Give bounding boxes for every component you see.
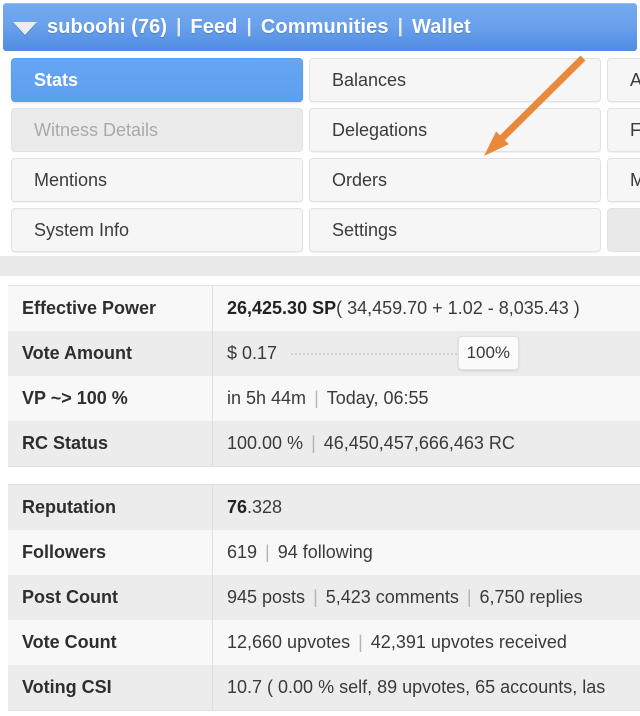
- tab-column-1: Stats Witness Details Mentions System In…: [11, 58, 303, 258]
- stats-table-secondary: Reputation 76 .328 Followers 619 | 94 fo…: [8, 484, 640, 711]
- stats-table-primary: Effective Power 26,425.30 SP ( 34,459.70…: [8, 285, 640, 467]
- navbar-link-communities[interactable]: Communities: [261, 16, 389, 39]
- navbar-account-link[interactable]: suboohi (76): [47, 16, 167, 39]
- tab-empty-slot: [607, 208, 640, 252]
- table-row: Reputation 76 .328: [8, 485, 640, 530]
- table-row: Voting CSI 10.7 ( 0.00 % self, 89 upvote…: [8, 665, 640, 710]
- row-value-effective-power: 26,425.30 SP ( 34,459.70 + 1.02 - 8,035.…: [213, 286, 640, 331]
- followers-count: 619: [227, 542, 258, 562]
- tab-section-spacer: [0, 256, 640, 276]
- row-value-vote-amount: $ 0.17 100%: [213, 331, 640, 376]
- upvotes-given: 12,660 upvotes: [227, 632, 351, 652]
- navbar-link-feed[interactable]: Feed: [190, 16, 237, 39]
- tab-column-3: Ac Fo Ma: [607, 58, 640, 258]
- row-value-reputation: 76 .328: [213, 485, 640, 530]
- table-row: Effective Power 26,425.30 SP ( 34,459.70…: [8, 286, 640, 331]
- row-value-followers: 619 | 94 following: [213, 530, 640, 575]
- navbar-separator-1: |: [176, 16, 182, 37]
- rc-absolute: 46,450,457,666,463 RC: [323, 433, 515, 453]
- upvotes-received: 42,391 upvotes received: [370, 632, 567, 652]
- table-row: Post Count 945 posts | 5,423 comments | …: [8, 575, 640, 620]
- posts-count: 945 posts: [227, 587, 306, 607]
- row-value-post-count: 945 posts | 5,423 comments | 6,750 repli…: [213, 575, 640, 620]
- value-separator: |: [358, 632, 363, 652]
- table-row: Followers 619 | 94 following: [8, 530, 640, 575]
- slider-handle[interactable]: 100%: [457, 335, 520, 370]
- row-label-vote-count: Vote Count: [8, 620, 213, 665]
- effective-power-amount: 26,425.30 SP: [227, 298, 337, 318]
- row-label-effective-power: Effective Power: [8, 286, 213, 331]
- tab-mentions[interactable]: Mentions: [11, 158, 303, 202]
- tab-orders[interactable]: Orders: [309, 158, 601, 202]
- navbar-separator-3: |: [397, 16, 403, 37]
- tab-delegations[interactable]: Delegations: [309, 108, 601, 152]
- replies-count: 6,750 replies: [479, 587, 583, 607]
- tab-settings[interactable]: Settings: [309, 208, 601, 252]
- tab-section-spacer-inner: [8, 256, 300, 276]
- value-separator: |: [314, 388, 319, 408]
- slider-track: [291, 352, 482, 358]
- rc-percent: 100.00 %: [227, 433, 304, 453]
- chevron-down-icon[interactable]: [13, 21, 37, 35]
- tab-grid: Stats Witness Details Mentions System In…: [3, 58, 640, 262]
- tab-column-2: Balances Delegations Orders Settings: [309, 58, 601, 258]
- table-row: RC Status 100.00 % | 46,450,457,666,463 …: [8, 421, 640, 466]
- effective-power-breakdown: ( 34,459.70 + 1.02 - 8,035.43 ): [336, 298, 580, 318]
- row-label-vote-amount: Vote Amount: [8, 331, 213, 376]
- comments-count: 5,423 comments: [325, 587, 459, 607]
- value-separator: |: [311, 433, 316, 453]
- tab-witness-details: Witness Details: [11, 108, 303, 152]
- table-row: Vote Amount $ 0.17 100%: [8, 331, 640, 376]
- reputation-integer: 76: [227, 497, 248, 517]
- value-separator: |: [466, 587, 472, 607]
- vote-amount-value: $ 0.17: [227, 343, 278, 363]
- tab-market-truncated[interactable]: Ma: [607, 158, 640, 202]
- row-label-rc-status: RC Status: [8, 421, 213, 466]
- reputation-decimal: .328: [247, 497, 283, 517]
- tab-system-info[interactable]: System Info: [11, 208, 303, 252]
- row-value-vote-count: 12,660 upvotes | 42,391 upvotes received: [213, 620, 640, 665]
- tab-account-truncated[interactable]: Ac: [607, 58, 640, 102]
- top-navbar: suboohi (76) | Feed | Communities | Wall…: [3, 3, 637, 51]
- row-value-voting-power: in 5h 44m | Today, 06:55: [213, 376, 640, 421]
- navbar-link-wallet[interactable]: Wallet: [412, 16, 471, 39]
- row-label-post-count: Post Count: [8, 575, 213, 620]
- table-row: Vote Count 12,660 upvotes | 42,391 upvot…: [8, 620, 640, 665]
- vote-weight-slider[interactable]: 100%: [291, 335, 520, 370]
- value-separator: |: [313, 587, 318, 607]
- row-label-followers: Followers: [8, 530, 213, 575]
- tab-followers-truncated[interactable]: Fo: [607, 108, 640, 152]
- row-value-rc-status: 100.00 % | 46,450,457,666,463 RC: [213, 421, 640, 466]
- row-label-voting-power: VP ~> 100 %: [8, 376, 213, 421]
- vp-time-remaining: in 5h 44m: [227, 388, 307, 408]
- row-value-voting-csi: 10.7 ( 0.00 % self, 89 upvotes, 65 accou…: [227, 677, 606, 697]
- row-label-voting-csi: Voting CSI: [8, 665, 213, 710]
- navbar-separator-2: |: [246, 16, 252, 37]
- row-label-reputation: Reputation: [8, 485, 213, 530]
- vp-full-at: Today, 06:55: [326, 388, 429, 408]
- account-stats-page: suboohi (76) | Feed | Communities | Wall…: [0, 0, 640, 716]
- tab-balances[interactable]: Balances: [309, 58, 601, 102]
- following-count: 94 following: [277, 542, 373, 562]
- tab-stats[interactable]: Stats: [11, 58, 303, 102]
- table-row: VP ~> 100 % in 5h 44m | Today, 06:55: [8, 376, 640, 421]
- value-separator: |: [265, 542, 270, 562]
